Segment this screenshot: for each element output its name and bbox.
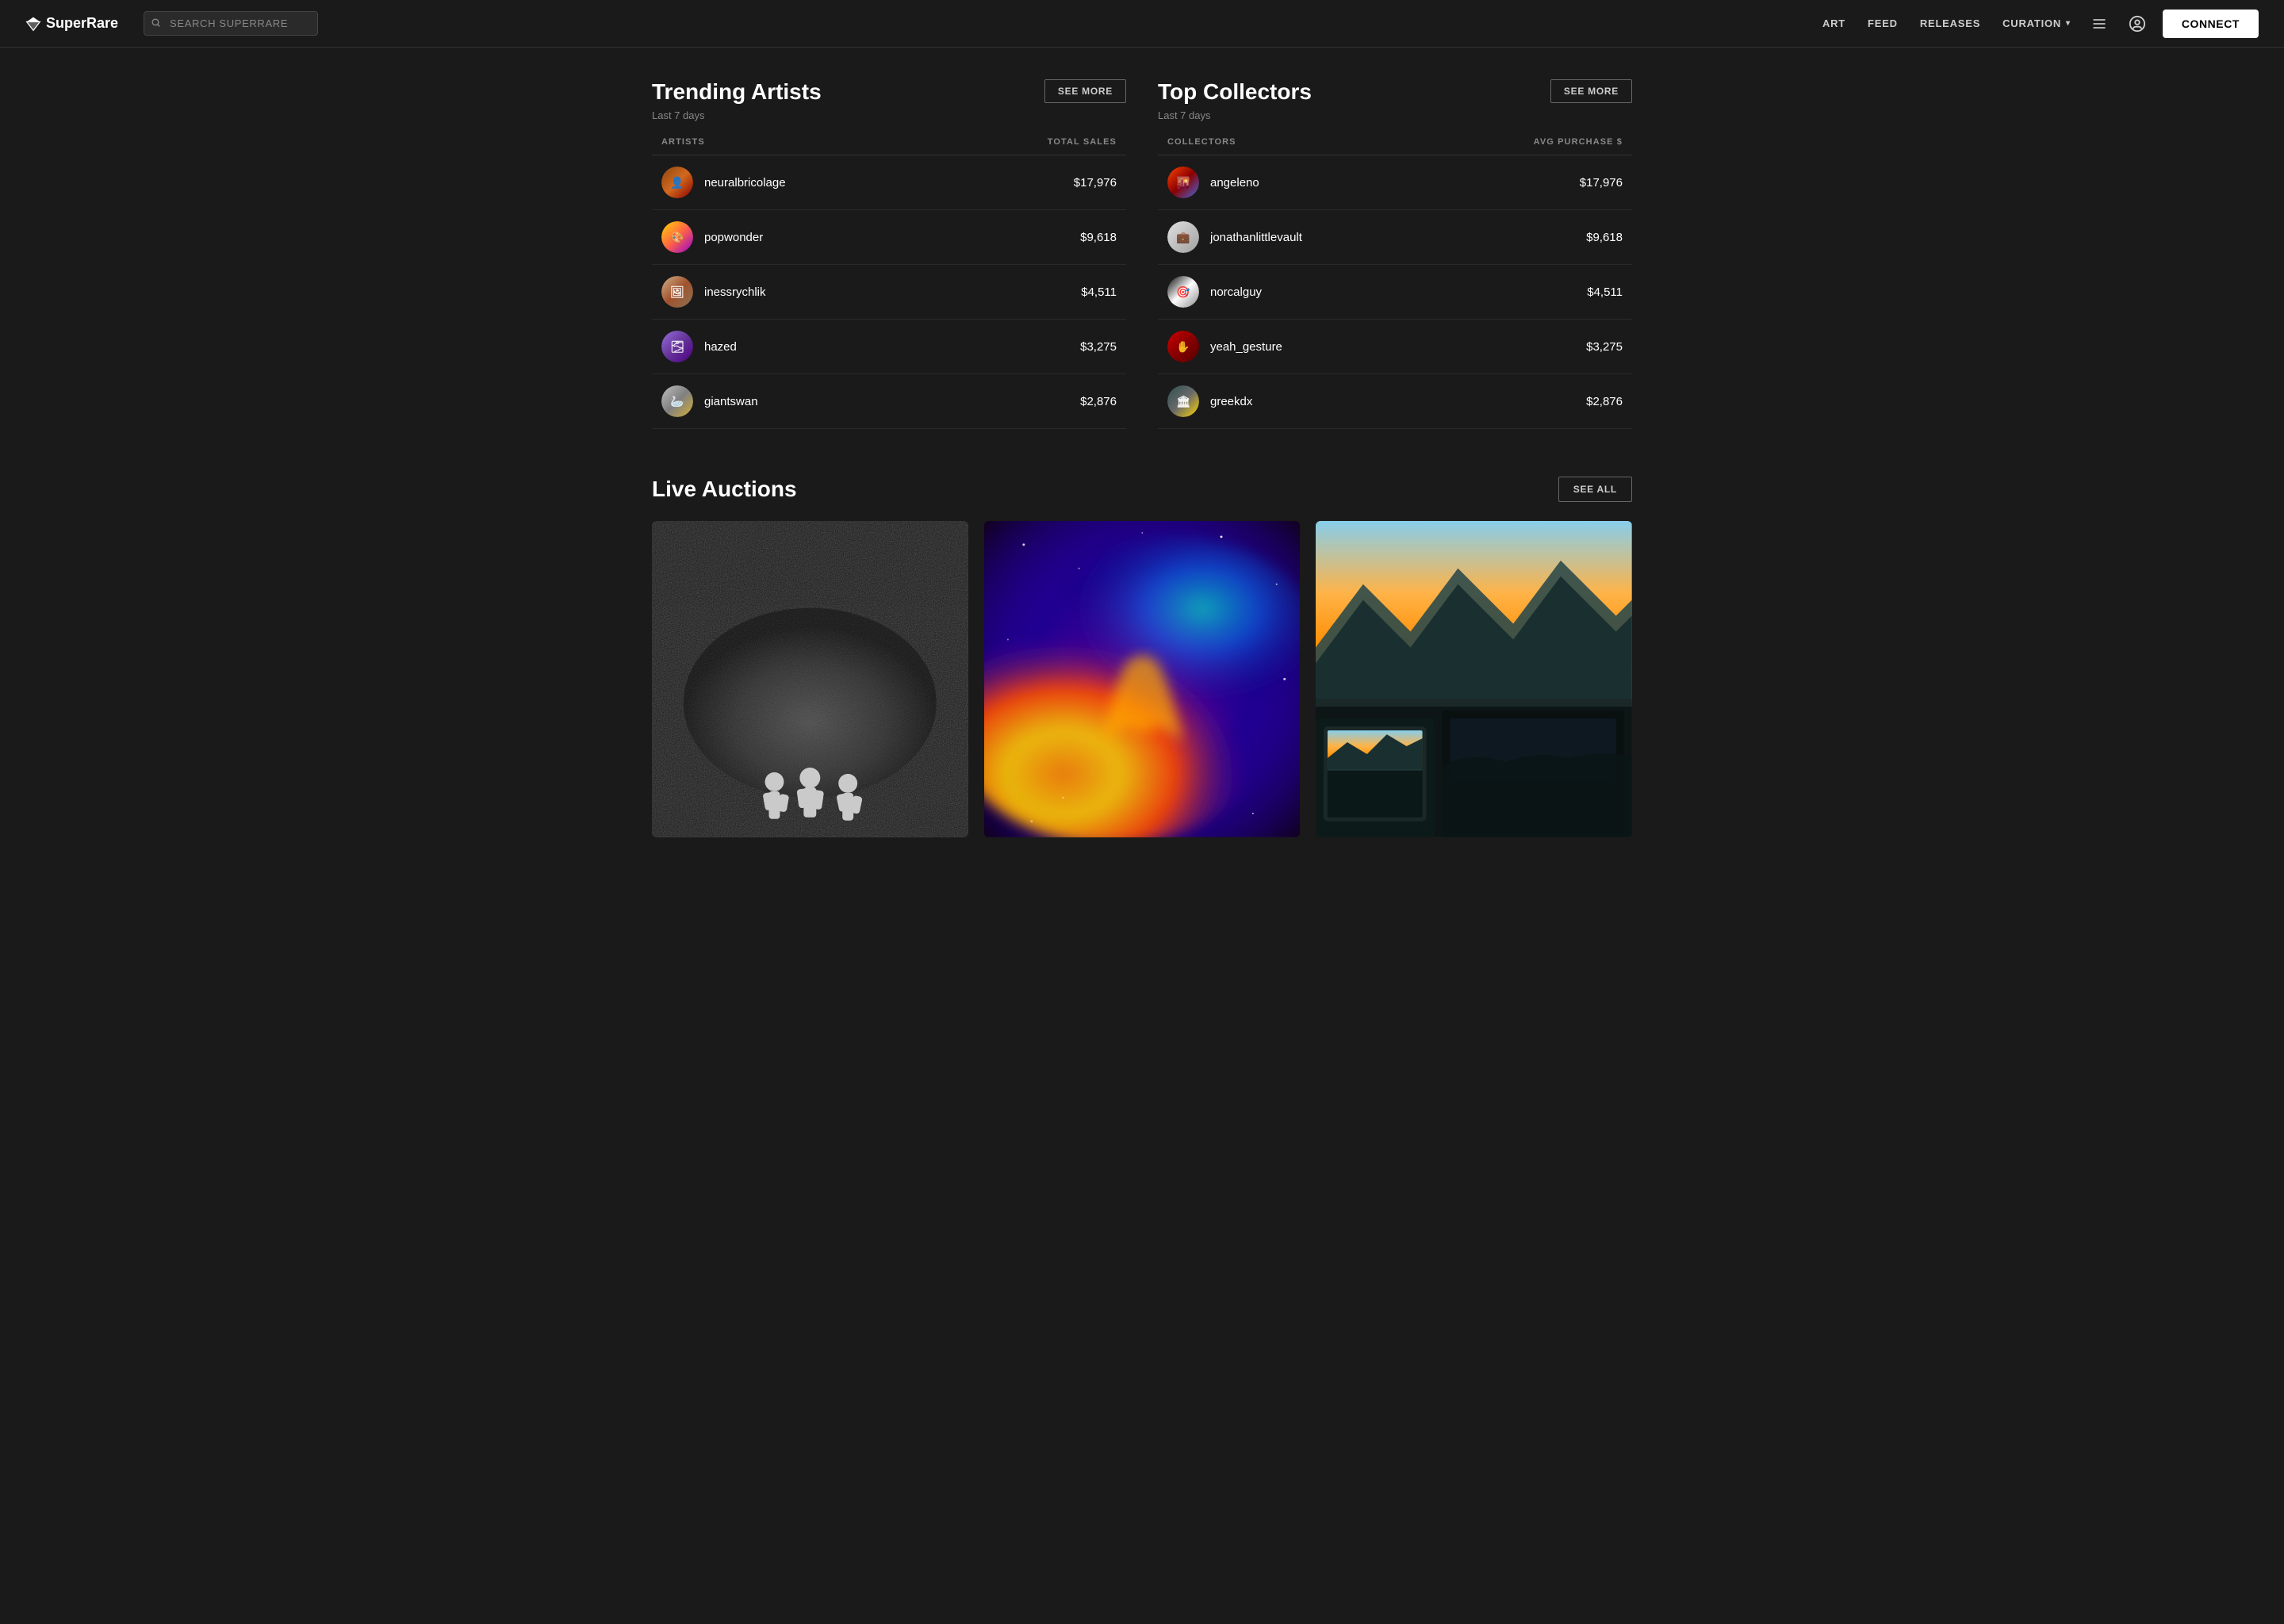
table-row[interactable]: 🎯 norcalguy $4,511	[1158, 265, 1632, 320]
menu-icon[interactable]	[2087, 11, 2112, 36]
auction-card[interactable]	[652, 521, 968, 837]
live-auctions-section: Live Auctions SEE ALL	[652, 477, 1632, 837]
collector-purchase-value: $17,976	[1580, 176, 1623, 190]
avatar: 👤	[661, 167, 693, 198]
top-collectors-see-more-button[interactable]: SEE MORE	[1550, 79, 1632, 103]
top-collectors-header: Top Collectors SEE MORE	[1158, 79, 1632, 105]
auction-artwork-image	[652, 521, 968, 837]
collector-name: jonathanlittlevault	[1210, 231, 1302, 244]
artist-sales-value: $9,618	[1080, 231, 1117, 244]
artist-name: inessrychlik	[704, 285, 766, 299]
trending-artists-subtitle: Last 7 days	[652, 109, 1126, 121]
collector-name: greekdx	[1210, 395, 1252, 408]
auctions-grid	[652, 521, 1632, 837]
collector-name: yeah_gesture	[1210, 340, 1282, 354]
artist-sales-value: $17,976	[1074, 176, 1117, 190]
artist-name: popwonder	[704, 231, 763, 244]
navbar-icons	[2087, 11, 2150, 36]
avatar: 🦢	[661, 385, 693, 417]
auction-card[interactable]	[984, 521, 1301, 837]
avatar: ✋	[1167, 331, 1199, 362]
artist-sales-value: $2,876	[1080, 395, 1117, 408]
search-input[interactable]	[144, 11, 318, 36]
chevron-down-icon: ▾	[2066, 19, 2071, 28]
avatar: 🌫	[661, 331, 693, 362]
trending-artists-title: Trending Artists	[652, 79, 822, 105]
avatar: 🖼	[661, 276, 693, 308]
avatar: 🎨	[661, 221, 693, 253]
top-collectors-subtitle: Last 7 days	[1158, 109, 1632, 121]
live-auctions-see-all-button[interactable]: SEE ALL	[1558, 477, 1632, 502]
col-total-sales-label: TOTAL SALES	[1048, 137, 1117, 147]
live-auctions-title: Live Auctions	[652, 477, 797, 502]
brand-name: SuperRare	[46, 15, 118, 32]
user-icon[interactable]	[2125, 11, 2150, 36]
trending-artists-table-header: ARTISTS TOTAL SALES	[652, 137, 1126, 155]
artist-name: neuralbricolage	[704, 176, 786, 190]
search-icon	[151, 17, 161, 30]
top-collectors-section: Top Collectors SEE MORE Last 7 days COLL…	[1158, 79, 1632, 429]
top-collectors-title: Top Collectors	[1158, 79, 1312, 105]
auction-card[interactable]	[1316, 521, 1632, 837]
main-content: Trending Artists SEE MORE Last 7 days AR…	[627, 48, 1657, 837]
table-row[interactable]: 🌇 angeleno $17,976	[1158, 155, 1632, 210]
col-collectors-label: COLLECTORS	[1167, 137, 1236, 147]
collector-name: norcalguy	[1210, 285, 1262, 299]
table-row[interactable]: 🖼 inessrychlik $4,511	[652, 265, 1126, 320]
search-container	[144, 11, 318, 36]
collector-purchase-value: $9,618	[1586, 231, 1623, 244]
auction-artwork-image	[1316, 521, 1632, 837]
table-row[interactable]: 🎨 popwonder $9,618	[652, 210, 1126, 265]
table-row[interactable]: 💼 jonathanlittlevault $9,618	[1158, 210, 1632, 265]
table-row[interactable]: 🏛 greekdx $2,876	[1158, 374, 1632, 429]
auction-artwork-image	[984, 521, 1301, 837]
trending-artists-section: Trending Artists SEE MORE Last 7 days AR…	[652, 79, 1126, 429]
logo-icon	[25, 16, 41, 32]
live-auctions-header: Live Auctions SEE ALL	[652, 477, 1632, 502]
table-row[interactable]: ✋ yeah_gesture $3,275	[1158, 320, 1632, 374]
collector-purchase-value: $4,511	[1587, 285, 1623, 299]
nav-art[interactable]: ART	[1822, 17, 1845, 29]
avatar: 🌇	[1167, 167, 1199, 198]
avatar: 💼	[1167, 221, 1199, 253]
navbar: SuperRare ART FEED RELEASES CURATION ▾	[0, 0, 2284, 48]
top-collectors-table-header: COLLECTORS AVG PURCHASE $	[1158, 137, 1632, 155]
table-row[interactable]: 🌫 hazed $3,275	[652, 320, 1126, 374]
artist-name: giantswan	[704, 395, 758, 408]
nav-curation[interactable]: CURATION ▾	[2002, 17, 2071, 29]
nav-releases[interactable]: RELEASES	[1920, 17, 1980, 29]
connect-button[interactable]: CONNECT	[2163, 10, 2259, 38]
col-artists-label: ARTISTS	[661, 137, 705, 147]
nav-feed[interactable]: FEED	[1868, 17, 1898, 29]
artist-sales-value: $4,511	[1081, 285, 1117, 299]
avatar: 🏛	[1167, 385, 1199, 417]
trending-artists-see-more-button[interactable]: SEE MORE	[1044, 79, 1126, 103]
avatar: 🎯	[1167, 276, 1199, 308]
table-row[interactable]: 👤 neuralbricolage $17,976	[652, 155, 1126, 210]
nav-links: ART FEED RELEASES CURATION ▾	[1822, 17, 2071, 29]
table-row[interactable]: 🦢 giantswan $2,876	[652, 374, 1126, 429]
collector-purchase-value: $3,275	[1586, 340, 1623, 354]
artist-name: hazed	[704, 340, 737, 354]
collector-purchase-value: $2,876	[1586, 395, 1623, 408]
brand-logo[interactable]: SuperRare	[25, 15, 118, 32]
collector-name: angeleno	[1210, 176, 1259, 190]
artist-sales-value: $3,275	[1080, 340, 1117, 354]
col-avg-purchase-label: AVG PURCHASE $	[1534, 137, 1623, 147]
top-section: Trending Artists SEE MORE Last 7 days AR…	[652, 79, 1632, 429]
trending-artists-header: Trending Artists SEE MORE	[652, 79, 1126, 105]
